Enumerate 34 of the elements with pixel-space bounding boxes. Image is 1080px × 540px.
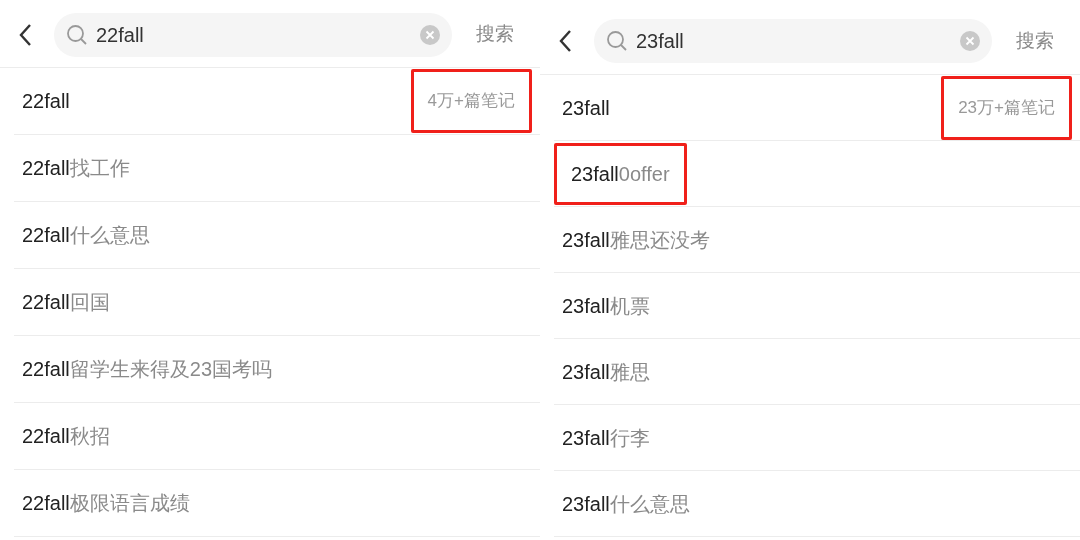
note-count: 4万+篇笔记 xyxy=(427,90,515,113)
search-icon xyxy=(66,23,88,46)
suggestion-text: 23fall机票 xyxy=(562,293,650,319)
suggestion-text: 22fall什么意思 xyxy=(22,223,150,248)
suggestion-text: 23fall0offer xyxy=(571,161,670,187)
suggestion-row[interactable]: 22fall 4万+篇笔记 xyxy=(14,68,540,135)
suggestion-text: 22fall留学生来得及23国考吗 xyxy=(22,357,273,382)
suggestion-row[interactable]: 23fall 23万+篇笔记 xyxy=(554,75,1080,141)
note-count: 23万+篇笔记 xyxy=(958,96,1055,119)
suggestion-row[interactable]: 23fall行李 xyxy=(554,405,1080,471)
search-icon xyxy=(606,30,628,52)
suggestion-text: 23fall xyxy=(562,95,610,121)
suggestion-text: 23fall什么意思 xyxy=(562,491,690,517)
suggestion-text: 23fall雅思 xyxy=(562,359,650,385)
suggestion-row[interactable]: 23fall雅思还没考 xyxy=(554,207,1080,273)
suggestion-text: 22fall找工作 xyxy=(22,156,130,181)
search-field[interactable]: 23fall xyxy=(594,19,992,63)
back-icon[interactable] xyxy=(18,22,32,47)
suggestion-text: 23fall雅思还没考 xyxy=(562,227,710,253)
search-button[interactable]: 搜索 xyxy=(476,20,514,49)
suggestion-text: 22fall极限语言成绩 xyxy=(22,491,190,516)
suggestion-text: 22fall回国 xyxy=(22,290,110,315)
suggestion-text: 22fall秋招 xyxy=(22,424,110,449)
suggestion-text: 23fall行李 xyxy=(562,425,650,451)
search-query: 22fall xyxy=(96,22,145,48)
suggestion-row[interactable]: 23fall0offer xyxy=(554,141,1080,207)
back-icon[interactable] xyxy=(558,29,572,53)
suggestion-row[interactable]: 23fall机票 xyxy=(554,273,1080,339)
suggestion-text: 22fall xyxy=(22,89,70,114)
suggestion-row[interactable]: 23fall什么意思 xyxy=(554,471,1080,537)
suggestion-row[interactable]: 23fall雅思 xyxy=(554,339,1080,405)
search-button[interactable]: 搜索 xyxy=(1016,26,1054,56)
search-field[interactable]: 22fall xyxy=(54,12,452,57)
search-query: 23fall xyxy=(636,29,685,54)
